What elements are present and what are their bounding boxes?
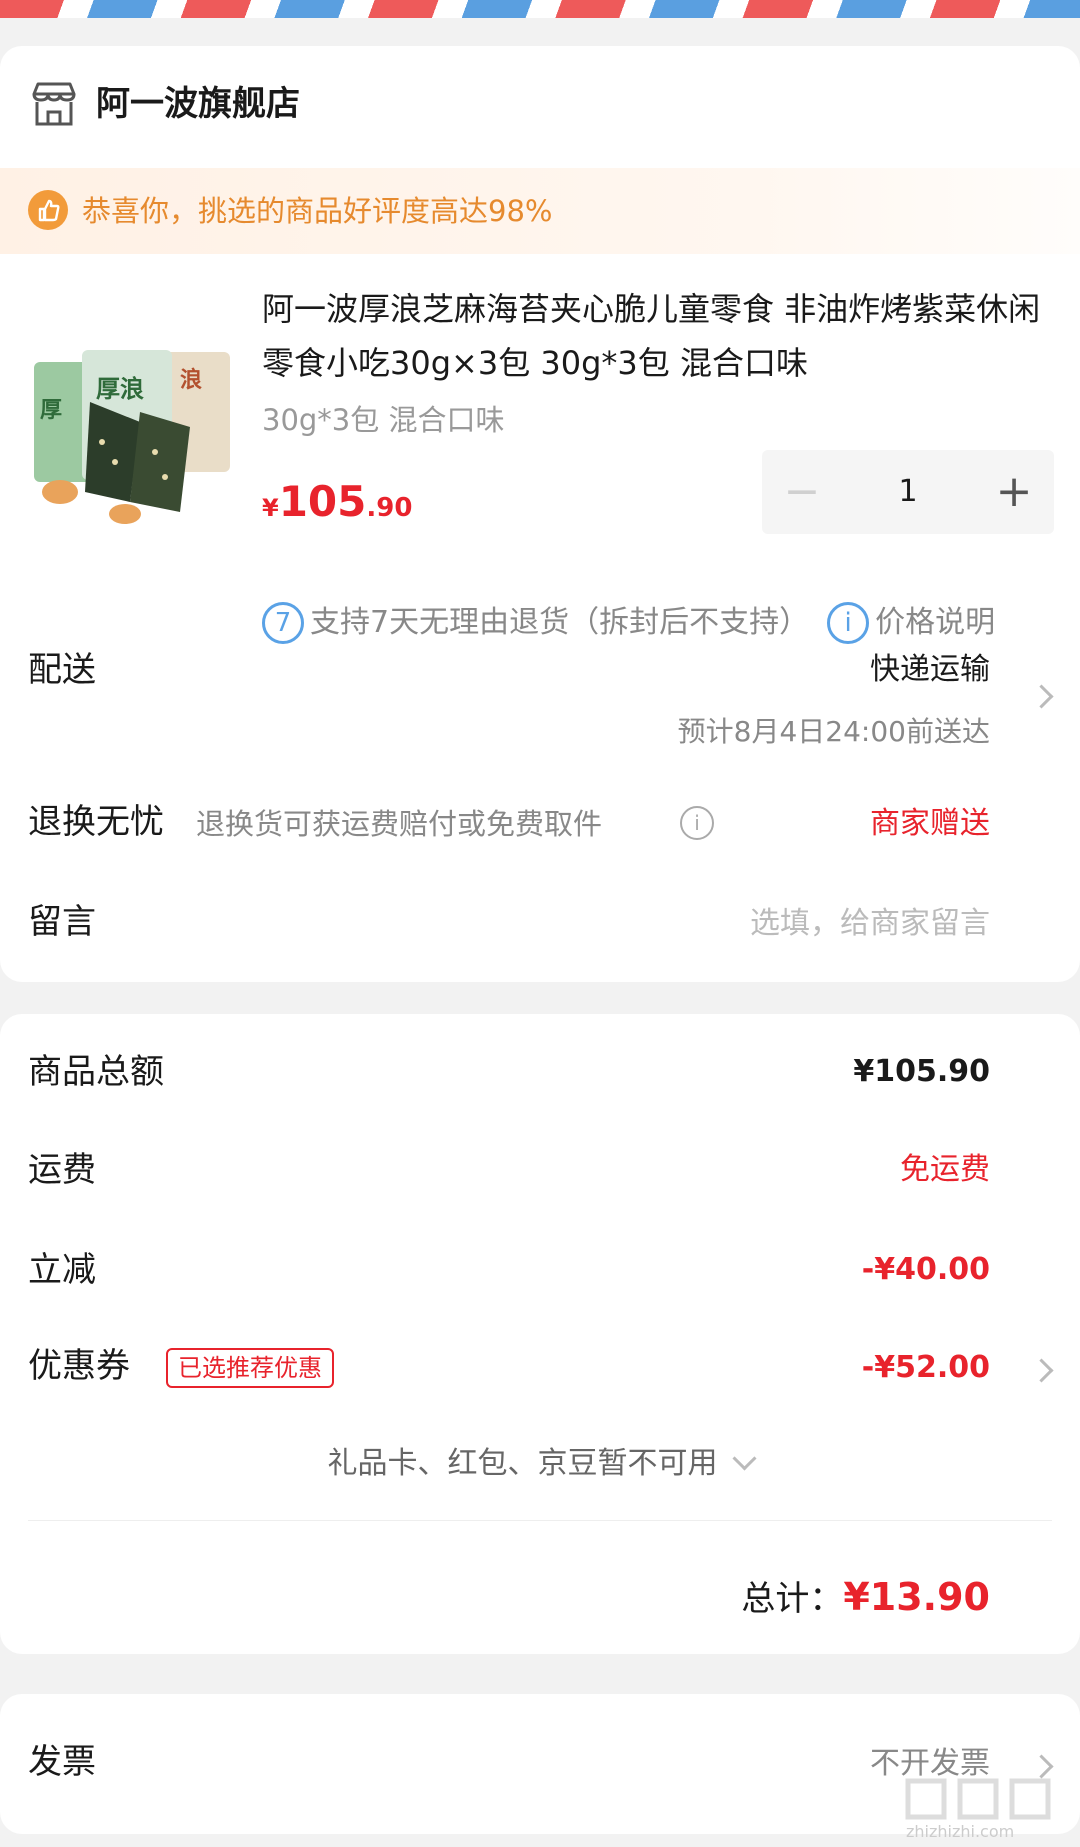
- seven-day-icon: 7: [262, 601, 304, 644]
- total-amount: 总计：¥13.90: [741, 1572, 990, 1624]
- product-image[interactable]: 厚 厚浪 浪: [30, 322, 236, 528]
- discount-value: -¥40.00: [861, 1252, 990, 1287]
- airmail-border: [0, 0, 1080, 18]
- shop-name: 阿一波旗舰店: [96, 84, 300, 124]
- price-note-link[interactable]: i 价格说明: [827, 601, 996, 644]
- chevron-right-icon: [1029, 684, 1054, 709]
- return-policy-text[interactable]: 支持7天无理由退货（拆封后不支持）: [310, 605, 809, 640]
- price-currency: ¥: [262, 494, 279, 522]
- info-icon: i: [827, 601, 870, 644]
- coupon-tag: 已选推荐优惠: [166, 1348, 334, 1388]
- shipping-label: 运费: [28, 1150, 96, 1190]
- return-worry-value: 商家赠送: [870, 806, 990, 841]
- goods-total-value: ¥105.90: [853, 1054, 990, 1089]
- info-icon[interactable]: i: [680, 806, 714, 840]
- unavailable-payments[interactable]: 礼品卡、红包、京豆暂不可用: [0, 1442, 1080, 1486]
- shop-header[interactable]: 阿一波旗舰店: [0, 46, 1080, 164]
- total-value: ¥13.90: [843, 1575, 990, 1619]
- image-label-2: 厚浪: [96, 375, 144, 403]
- thumbs-up-icon: [28, 190, 68, 230]
- product-title[interactable]: 阿一波厚浪芝麻海苔夹心脆儿童零食 非油炸烤紫菜休闲零食小吃30g×3包 30g*…: [262, 282, 1052, 390]
- message-input[interactable]: 选填，给商家留言: [750, 902, 990, 946]
- coupon-value: -¥52.00: [861, 1350, 990, 1385]
- coupon-label: 优惠券: [28, 1346, 130, 1386]
- order-card: 阿一波旗舰店 恭喜你，挑选的商品好评度高达98% 厚 厚浪 浪 阿一波厚浪芝麻海…: [0, 46, 1080, 982]
- message-label: 留言: [28, 902, 96, 942]
- price-decimal: .90: [366, 493, 413, 523]
- image-label-1: 厚: [40, 398, 62, 423]
- watermark-logo: zhizhizhi.com: [905, 1778, 1051, 1841]
- shipping-value: 免运费: [900, 1152, 990, 1187]
- price-summary-card: 商品总额 ¥105.90 运费 免运费 立减 -¥40.00 优惠券 已选推荐优…: [0, 1014, 1080, 1654]
- invoice-label: 发票: [28, 1742, 96, 1782]
- watermark-text: zhizhizhi.com: [906, 1822, 1014, 1841]
- unavailable-text: 礼品卡、红包、京豆暂不可用: [327, 1446, 718, 1481]
- store-icon: [32, 82, 76, 126]
- image-label-3: 浪: [180, 367, 202, 393]
- delivery-label: 配送: [28, 650, 96, 690]
- total-label: 总计：: [741, 1579, 844, 1619]
- divider: [28, 1520, 1052, 1521]
- discount-label: 立减: [28, 1250, 96, 1290]
- price-note-text: 价格说明: [875, 604, 996, 640]
- delivery-eta: 预计8月4日24:00前送达: [677, 715, 990, 748]
- quantity-value[interactable]: 1: [842, 450, 974, 534]
- delivery-method: 快递运输: [870, 652, 990, 687]
- return-worry-desc: 退换货可获运费赔付或免费取件: [196, 807, 603, 841]
- chevron-down-icon: [731, 1446, 757, 1471]
- product-spec[interactable]: 30g*3包 混合口味: [262, 398, 504, 442]
- return-worry-label: 退换无忧: [28, 802, 164, 842]
- banner-text: 恭喜你，挑选的商品好评度高达98%: [82, 194, 553, 228]
- increment-button[interactable]: +: [974, 450, 1054, 534]
- product-price: ¥105.90: [262, 474, 412, 539]
- price-integer: 105: [278, 477, 367, 526]
- goods-total-label: 商品总额: [28, 1052, 164, 1092]
- service-info: 7 支持7天无理由退货（拆封后不支持） i 价格说明: [262, 600, 1062, 644]
- chevron-right-icon: [1029, 1358, 1054, 1383]
- quantity-stepper: − 1 +: [762, 450, 1054, 534]
- rating-banner: 恭喜你，挑选的商品好评度高达98%: [0, 168, 1080, 254]
- decrement-button[interactable]: −: [762, 450, 842, 534]
